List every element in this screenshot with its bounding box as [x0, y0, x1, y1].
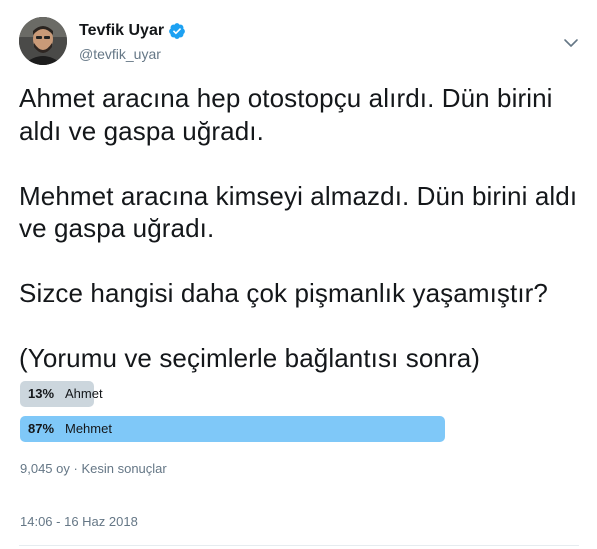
author-name-row[interactable]: Tevfik Uyar: [79, 21, 186, 41]
author-display-name[interactable]: Tevfik Uyar: [79, 21, 164, 41]
poll-option-label: 13% Ahmet: [28, 381, 103, 407]
author-handle[interactable]: @tevfik_uyar: [79, 45, 161, 63]
tweet-paragraph: (Yorumu ve seçimlerle bağlantısı sonra): [19, 343, 481, 373]
tweet-paragraph: Mehmet aracına kimseyi almazdı. Dün biri…: [19, 180, 578, 244]
avatar[interactable]: [19, 17, 67, 65]
tweet-paragraph: Ahmet aracına hep otostopçu alırdı. Dün …: [19, 83, 553, 146]
poll-option: 13% Ahmet: [20, 381, 508, 407]
tweet-text: Ahmet aracına hep otostopçu alırdı. Dün …: [19, 82, 579, 375]
profile-photo-icon: [19, 17, 67, 65]
poll-percent: 87%: [28, 421, 55, 436]
tweet-timestamp[interactable]: 14:06 - 16 Haz 2018: [20, 513, 138, 531]
poll-vote-count: 9,045 oy: [20, 461, 70, 476]
tweet-paragraph: Sizce hangisi daha çok pişmanlık yaşamış…: [19, 278, 548, 308]
divider: [19, 545, 579, 546]
poll-percent: 13%: [28, 386, 55, 401]
poll-option: 87% Mehmet: [20, 416, 508, 442]
verified-badge-icon: [169, 23, 185, 39]
poll-option-label: 87% Mehmet: [28, 416, 112, 442]
poll: 13% Ahmet 87% Mehmet: [20, 381, 508, 451]
poll-choice: Ahmet: [65, 386, 103, 401]
chevron-down-icon[interactable]: [563, 37, 579, 49]
poll-meta-separator: ·: [73, 461, 78, 476]
poll-meta: 9,045 oy · Kesin sonuçlar: [20, 460, 167, 478]
poll-status: Kesin sonuçlar: [81, 461, 167, 476]
poll-choice: Mehmet: [65, 421, 112, 436]
